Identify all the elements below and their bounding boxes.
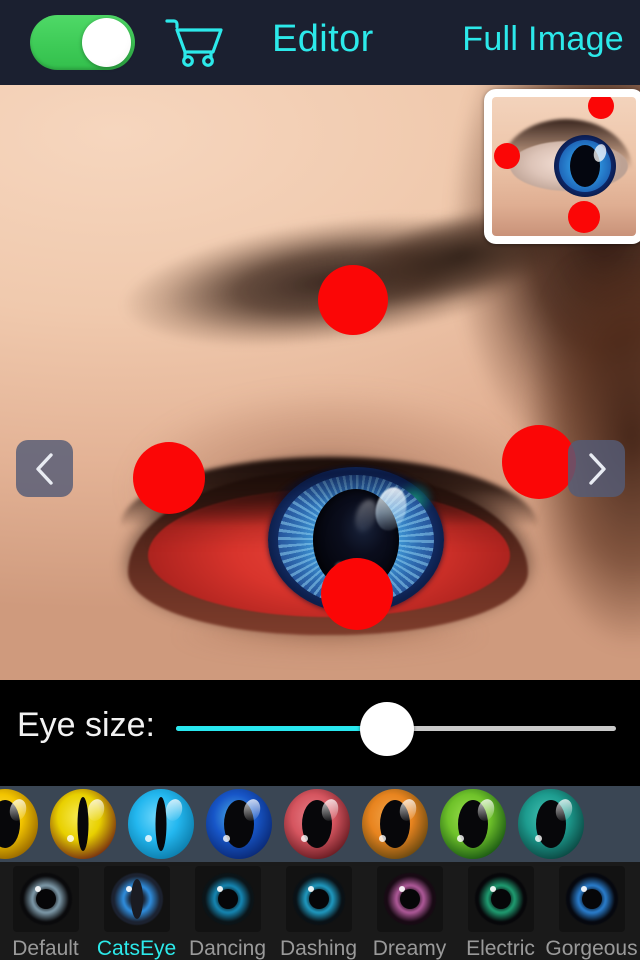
- preview-image: [492, 97, 636, 236]
- style-dreamy[interactable]: Dreamy: [364, 862, 455, 960]
- preview-handle-left: [494, 143, 520, 169]
- swatch-green[interactable]: [434, 788, 512, 860]
- preview-thumbnail[interactable]: [484, 89, 640, 244]
- handle-bottom[interactable]: [321, 558, 393, 630]
- preview-iris: [554, 135, 616, 197]
- eye-style-strip[interactable]: Default CatsEye Dancing Dashing Dreamy Electr…: [0, 862, 640, 960]
- full-image-button[interactable]: Full Image: [462, 20, 624, 59]
- style-thumbnail-glint: [125, 885, 132, 892]
- page-title[interactable]: Editor: [272, 18, 374, 61]
- swatch-pupil: [77, 797, 89, 851]
- style-thumbnail-image: [12, 866, 79, 932]
- style-thumbnail-glint: [580, 885, 587, 892]
- style-thumbnail-pupil: [217, 889, 238, 909]
- style-thumbnail-glint: [489, 885, 496, 892]
- swatch-ball: [362, 789, 428, 859]
- eye-size-label: Eye size:: [17, 706, 155, 744]
- style-thumbnail-pupil: [581, 889, 602, 909]
- swatch-ball: [284, 789, 350, 859]
- shopping-cart-icon[interactable]: [163, 14, 225, 72]
- eye-size-slider-thumb[interactable]: [360, 702, 415, 756]
- swatch-ball: [50, 789, 116, 859]
- style-thumbnail-image: [558, 866, 625, 932]
- style-label: Electric: [466, 937, 535, 960]
- style-thumbnail-pupil: [130, 879, 143, 919]
- style-thumbnail-image: [376, 866, 443, 932]
- handle-left[interactable]: [133, 442, 205, 514]
- app-root: Editor Full Image Eye size: Default Cats…: [0, 0, 640, 960]
- swatch-ball: [0, 789, 38, 859]
- photo-canvas[interactable]: [0, 85, 640, 680]
- style-thumbnail-glint: [307, 885, 314, 892]
- style-thumbnail-pupil: [399, 889, 420, 909]
- style-thumbnail-pupil: [308, 889, 329, 909]
- swatch-ball: [440, 789, 506, 859]
- swatch-highlight: [163, 797, 185, 823]
- style-thumbnail-image: [285, 866, 352, 932]
- swatch-specular: [145, 835, 153, 843]
- preview-handle-top: [588, 97, 614, 119]
- handle-right[interactable]: [502, 425, 576, 499]
- style-catseye[interactable]: CatsEye: [91, 862, 182, 960]
- style-label: Dreamy: [372, 937, 447, 960]
- style-label: Default: [12, 937, 79, 960]
- style-thumbnail-glint: [34, 885, 41, 892]
- eye-color-swatch-strip[interactable]: [0, 786, 640, 862]
- swatch-teal[interactable]: [512, 788, 590, 860]
- style-electric[interactable]: Electric: [455, 862, 546, 960]
- preview-handle-bottom: [568, 201, 600, 233]
- style-default[interactable]: Default: [0, 862, 91, 960]
- swatch-ball: [128, 789, 194, 859]
- swatch-ball: [206, 789, 272, 859]
- style-thumbnail-glint: [216, 885, 223, 892]
- style-thumbnail-image: [103, 866, 170, 932]
- toggle-knob: [82, 18, 131, 67]
- style-dashing[interactable]: Dashing: [273, 862, 364, 960]
- swatch-orange[interactable]: [356, 788, 434, 860]
- style-label: CatsEye: [96, 937, 177, 960]
- style-thumbnail-pupil: [35, 889, 56, 909]
- handle-top[interactable]: [318, 265, 388, 335]
- next-eye-button[interactable]: [568, 440, 625, 497]
- style-label: Dancing: [188, 937, 267, 960]
- swatch-pupil: [155, 797, 167, 851]
- style-label: Dashing: [279, 937, 358, 960]
- style-thumbnail-pupil: [490, 889, 511, 909]
- swatch-rose[interactable]: [278, 788, 356, 860]
- style-label: Gorgeous: [545, 937, 638, 960]
- top-header-bar: Editor Full Image: [0, 0, 640, 85]
- swatch-highlight: [85, 797, 107, 823]
- swatch-yellow[interactable]: [44, 788, 122, 860]
- swatch-gold[interactable]: [0, 788, 44, 860]
- swatch-cyan[interactable]: [122, 788, 200, 860]
- eye-size-slider-fill: [176, 726, 388, 731]
- style-thumbnail-glint: [398, 885, 405, 892]
- style-thumbnail-image: [194, 866, 261, 932]
- swatch-specular: [67, 835, 75, 843]
- swatch-blue[interactable]: [200, 788, 278, 860]
- previous-eye-button[interactable]: [16, 440, 73, 497]
- style-gorgeous[interactable]: Gorgeous: [545, 862, 638, 960]
- style-dancing[interactable]: Dancing: [182, 862, 273, 960]
- swatch-ball: [518, 789, 584, 859]
- style-thumbnail-image: [467, 866, 534, 932]
- effect-toggle[interactable]: [30, 15, 135, 70]
